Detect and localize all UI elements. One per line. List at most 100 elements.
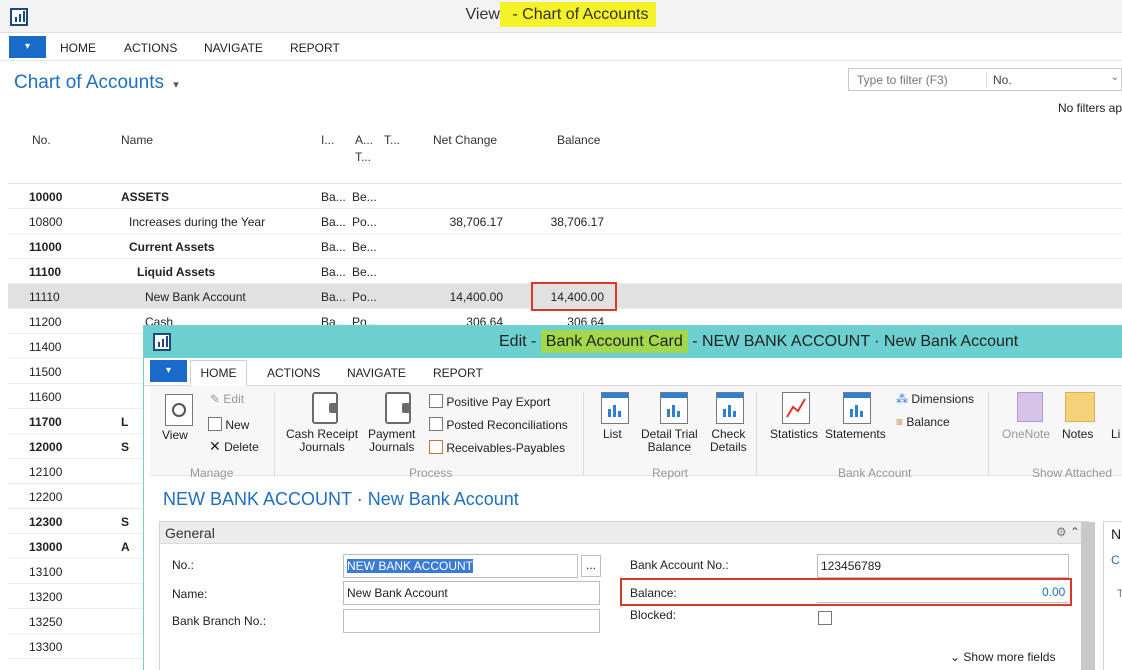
account-name-cell: Increases during the Year [129,215,266,229]
collapse-section[interactable]: ⚙ ⌃ [1056,525,1080,539]
notes-icon[interactable] [1065,392,1095,422]
filter-input[interactable]: Type to filter (F3) [857,73,948,87]
bank-branch-no-field[interactable] [343,609,600,633]
group-manage: Manage [190,466,234,480]
new-button[interactable]: New [208,415,249,432]
account-type-cell: Be... [352,265,377,279]
list-button[interactable]: List [603,428,622,441]
posted-reconciliations-button[interactable]: Posted Reconciliations [429,415,568,432]
links-button[interactable]: Li [1111,428,1120,441]
col-header-name[interactable]: Name [121,132,153,149]
dimensions-button[interactable]: ⁂ Dimensions [896,392,974,406]
filter-box[interactable]: Type to filter (F3) No. ⌄ [848,68,1122,91]
income-balance-cell: Ba... [321,290,346,304]
col-header-balance[interactable]: Balance [557,132,600,149]
filter-field-select[interactable]: No. [993,73,1012,87]
col-header-income-balance[interactable]: I... [321,132,334,149]
balance-icon: ≡ [896,415,904,429]
delete-button[interactable]: ✕ Delete [209,438,259,455]
balance-button[interactable]: ≡ Balance [896,415,950,429]
tab-actions[interactable]: ACTIONS [267,366,320,380]
page-title[interactable]: Chart of Accounts ▾ [14,72,179,94]
view-icon[interactable] [165,394,193,426]
account-name-cell: S [121,515,130,529]
blocked-label: Blocked: [630,608,677,622]
no-field[interactable]: NEW BANK ACCOUNT [343,554,578,578]
report-chart-icon[interactable] [716,392,744,424]
app-logo-icon [153,333,171,351]
col-header-no[interactable]: No. [32,132,51,149]
report-chart-icon[interactable] [601,392,629,424]
table-row[interactable]: 11100 Liquid Assets Ba... Be... [8,259,1122,284]
col-header-account-type[interactable]: A... T... [355,132,373,166]
statistics-button[interactable]: Statistics [770,428,818,441]
check-details-button[interactable]: Check Details [710,428,747,454]
statistics-icon[interactable] [782,392,810,424]
account-no-cell: 12200 [29,490,63,504]
group-divider [756,392,757,476]
account-name-cell: S [121,440,130,454]
account-no-cell: 11700 [29,415,62,429]
report-chart-icon[interactable] [660,392,688,424]
statements-button[interactable]: Statements [825,428,886,441]
positive-pay-export-button[interactable]: Positive Pay Export [429,392,550,409]
no-lookup-button[interactable]: ... [581,555,601,577]
view-button[interactable]: View [162,429,188,442]
factbox-link[interactable]: C [1111,553,1120,567]
general-header[interactable]: General ⚙ ⌃ [160,522,1088,544]
cash-receipt-journals-button[interactable]: Cash Receipt Journals [286,428,358,454]
tab-home[interactable]: HOME [60,41,96,55]
col-header-totaling[interactable]: T... [384,132,400,149]
net-change-cell: 14,400.00 [449,290,503,304]
tab-home[interactable]: HOME [190,360,247,386]
chevron-up-icon[interactable]: ⌃ [1070,525,1080,539]
card-title-bar: Edit - Bank Account Card - NEW BANK ACCO… [144,326,1122,358]
blocked-checkbox[interactable] [818,611,832,625]
name-field[interactable]: New Bank Account [343,581,600,605]
bank-account-no-field[interactable]: 123456789 [817,554,1069,578]
account-no-cell: 11500 [29,365,62,379]
statements-icon[interactable] [843,392,871,424]
name-label: Name: [172,587,208,601]
onenote-icon[interactable] [1017,392,1043,422]
payment-journals-button[interactable]: Payment Journals [368,428,415,454]
tab-actions[interactable]: ACTIONS [124,41,177,55]
notes-button[interactable]: Notes [1062,428,1093,441]
bank-account-card-window: Edit - Bank Account Card - NEW BANK ACCO… [143,325,1122,670]
table-row[interactable]: 10000 ASSETS Ba... Be... [8,184,1122,209]
receivables-payables-button[interactable]: Receivables-Payables [429,438,565,455]
income-balance-cell: Ba... [321,240,346,254]
journal-icon[interactable] [385,392,411,424]
tab-report[interactable]: REPORT [433,366,483,380]
col-header-net-change[interactable]: Net Change [433,132,497,149]
page-title-chevron-icon[interactable]: ▾ [173,79,179,91]
title-bar: View - Chart of Accounts [0,0,1122,33]
settings-icon[interactable]: ⚙ [1056,525,1067,539]
onenote-button[interactable]: OneNote [1002,428,1050,441]
account-no-cell: 12300 [29,515,63,529]
app-menu-button[interactable]: ▾ [150,360,187,382]
account-type-cell: Be... [352,190,377,204]
account-type-cell: Po... [352,215,377,229]
exchange-icon [429,440,443,454]
tab-navigate[interactable]: NAVIGATE [204,41,263,55]
show-more-fields-link[interactable]: ⌄ Show more fields [950,650,1055,664]
detail-trial-balance-button[interactable]: Detail Trial Balance [641,428,698,454]
list-icon [429,417,443,431]
app-menu-button[interactable]: ▾ [9,36,46,58]
account-no-cell: 11600 [29,390,62,404]
account-no-cell: 13200 [29,590,63,604]
table-row[interactable]: 11000 Current Assets Ba... Be... [8,234,1122,259]
table-row[interactable]: 10800 Increases during the Year Ba... Po...… [8,209,1122,234]
net-change-cell: 38,706.17 [449,215,503,229]
tab-navigate[interactable]: NAVIGATE [347,366,406,380]
edit-button[interactable]: ✎ Edit [210,392,244,406]
dimensions-icon: ⁂ [896,392,908,406]
tab-report[interactable]: REPORT [290,41,340,55]
card-ribbon-tabs: ▾ HOME ACTIONS NAVIGATE REPORT [144,358,1122,386]
factbox-label: T [1117,588,1122,600]
vertical-scrollbar[interactable] [1081,522,1095,670]
journal-icon[interactable] [312,392,338,424]
window-title: View - Chart of Accounts [0,2,1122,27]
chevron-down-icon[interactable]: ⌄ [1111,72,1119,83]
